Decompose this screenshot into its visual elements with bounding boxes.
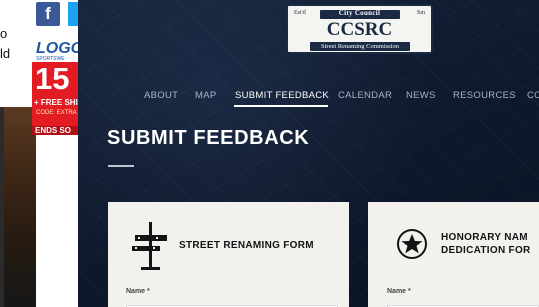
card-title: STREET RENAMING FORM <box>179 240 314 251</box>
name-label: Name * <box>387 288 411 295</box>
ad-discount: 15 <box>35 61 70 96</box>
logo-subtitle: Street Renaming Commission <box>310 42 410 51</box>
left-text-line-1: o <box>0 26 8 41</box>
nav-item-calendar[interactable]: CALENDAR <box>338 90 392 101</box>
nav-item-news[interactable]: NEWS <box>406 90 436 101</box>
logo-city-council: City Council <box>338 9 381 17</box>
nav-item-resources[interactable]: RESOURCES <box>453 90 516 101</box>
logo-right-small: Sm <box>416 10 425 16</box>
card-title-line-1: HONORARY NAM <box>441 232 528 243</box>
card-title-line-2: DEDICATION FOR <box>441 245 531 256</box>
nav-item-co[interactable]: CO <box>527 90 539 101</box>
site-logo[interactable]: Est'd City Council Sm CCSRC Street Renam… <box>286 4 433 54</box>
street-renaming-card[interactable]: STREET RENAMING FORM Name * <box>108 202 349 307</box>
page-title: SUBMIT FEEDBACK <box>107 127 310 149</box>
card-title: HONORARY NAM DEDICATION FOR <box>441 231 531 257</box>
star-badge-icon <box>397 229 427 259</box>
ad-ends: ENDS SO <box>32 126 78 135</box>
main-page: Est'd City Council Sm CCSRC Street Renam… <box>78 0 539 307</box>
nav-item-submit-feedback[interactable]: SUBMIT FEEDBACK <box>235 90 329 101</box>
honorary-dedication-card[interactable]: HONORARY NAM DEDICATION FOR Name * <box>368 202 539 307</box>
facebook-icon[interactable]: f <box>36 2 60 26</box>
ad-code: CODE: EXTRA <box>36 110 77 116</box>
street-sign-icon <box>132 222 167 270</box>
left-text-line-2: ld <box>0 46 11 61</box>
nav-item-map[interactable]: MAP <box>195 90 217 101</box>
ad-banner[interactable]: LOGO SPORTSWE 15 + FREE SHIPP CODE: EXTR… <box>32 40 78 135</box>
name-label: Name * <box>126 288 150 295</box>
left-partial-text: o ld <box>0 24 32 64</box>
nav-active-underline <box>234 105 328 107</box>
title-divider <box>108 165 134 167</box>
ad-shipping: + FREE SHIPP <box>34 98 78 107</box>
twitter-icon[interactable] <box>68 2 78 26</box>
nav-item-about[interactable]: ABOUT <box>144 90 178 101</box>
left-photo <box>0 107 36 307</box>
logo-acronym: CCSRC <box>326 19 393 40</box>
